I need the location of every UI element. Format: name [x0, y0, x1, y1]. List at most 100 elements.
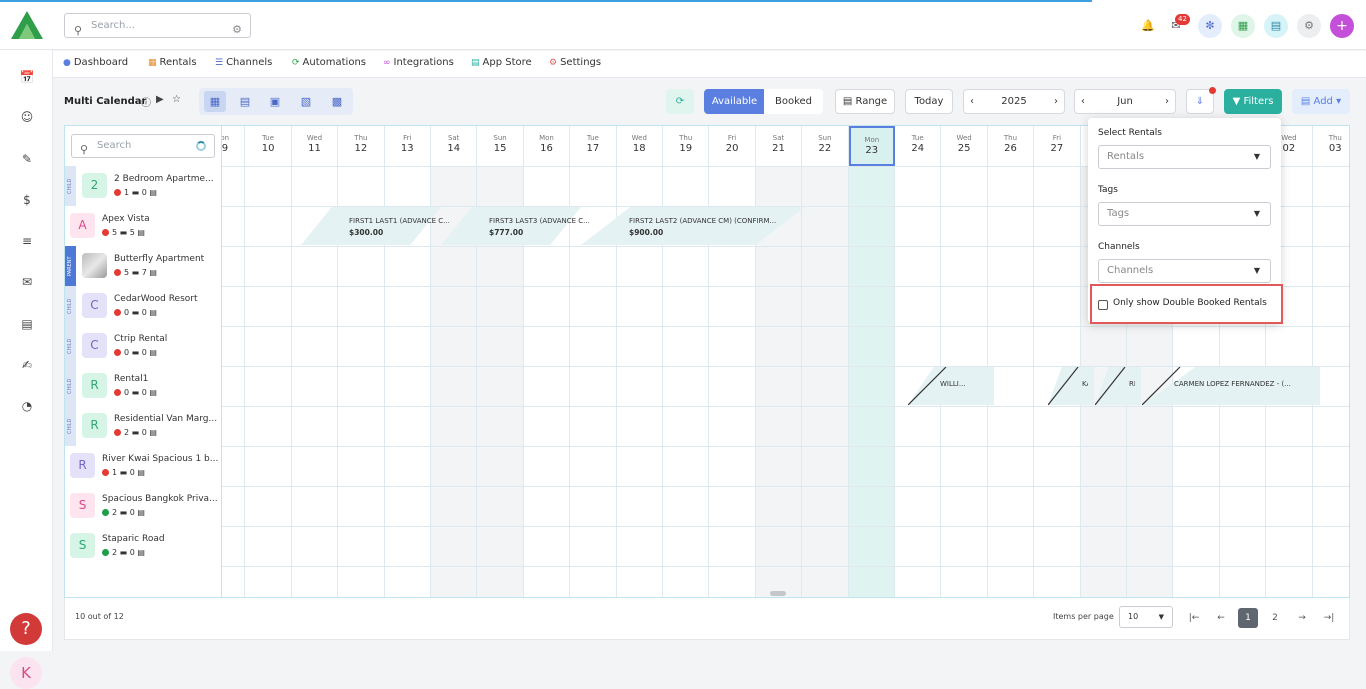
day-header[interactable]: Fri 13 [385, 126, 431, 166]
nav-automations[interactable]: ⟳ Automations [292, 57, 366, 68]
rental-row[interactable]: R River Kwai Spacious 1 b... 1 ▬ 0 ▤ [65, 446, 222, 486]
next-month-icon[interactable]: › [1165, 90, 1169, 113]
rental-name[interactable]: Residential Van Marg... [114, 414, 234, 424]
day-header[interactable]: Tue 24 [895, 126, 942, 166]
booked-toggle[interactable]: Booked [764, 89, 823, 114]
rental-name[interactable]: CedarWood Resort [114, 294, 234, 304]
filters-button[interactable]: ▼ Filters [1224, 89, 1282, 114]
page-1-button[interactable]: 1 [1238, 608, 1258, 628]
day-header[interactable]: Tue 10 [245, 126, 292, 166]
day-header[interactable]: Fri 20 [709, 126, 756, 166]
day-header[interactable]: Wed 18 [617, 126, 663, 166]
prev-page-icon[interactable]: ← [1211, 608, 1231, 628]
video-icon[interactable]: ▶ [156, 94, 164, 105]
pie-chart-icon[interactable]: ◔ [16, 395, 38, 417]
view-multi-calendar-icon[interactable]: ▦ [204, 91, 226, 112]
day-header[interactable]: Thu 19 [663, 126, 710, 166]
global-search-input[interactable]: ⚲ Search... ⚙ [64, 13, 251, 38]
booking-label[interactable]: ▲FIRST3 LAST3 (ADVANCE C...$777.00 [489, 217, 589, 237]
refresh-button[interactable]: ⟳ [666, 89, 694, 114]
prev-month-icon[interactable]: ‹ [1081, 90, 1085, 113]
rental-name[interactable]: Spacious Bangkok Priva... [102, 494, 222, 504]
today-button[interactable]: Today [905, 89, 953, 114]
view-week-icon[interactable]: ▣ [264, 91, 286, 112]
next-page-icon[interactable]: → [1292, 608, 1312, 628]
rental-row[interactable]: CHILD 2 2 Bedroom Apartme... 1 ▬ 0 ▤ [65, 166, 222, 206]
available-toggle[interactable]: Available [704, 89, 765, 114]
items-per-page-select[interactable]: 10 ▼ [1119, 606, 1173, 628]
rental-name[interactable]: Butterfly Apartment [114, 254, 234, 264]
scroll-handle[interactable] [770, 591, 786, 596]
nav-channels[interactable]: ☰ Channels [215, 57, 272, 68]
day-header[interactable]: Thu 26 [988, 126, 1035, 166]
booking-label[interactable]: ▲FIRST1 LAST1 (ADVANCE C...$300.00 [349, 217, 449, 237]
day-header[interactable]: Thu 12 [338, 126, 385, 166]
pen-icon[interactable]: ✍ [16, 354, 38, 376]
day-header[interactable]: Sun 15 [477, 126, 524, 166]
chat-icon[interactable]: ✉ [16, 271, 38, 293]
rocket-icon[interactable]: ✼ [1198, 14, 1222, 38]
help-circle-icon[interactable]: ⓘ [141, 94, 151, 109]
add-circle-icon[interactable]: + [1330, 14, 1354, 38]
day-header[interactable]: Sat 14 [431, 126, 478, 166]
rental-name[interactable]: Ctrip Rental [114, 334, 234, 344]
rental-name[interactable]: Rental1 [114, 374, 234, 384]
last-page-icon[interactable]: →| [1319, 608, 1339, 628]
day-header[interactable]: Mon 16 [524, 126, 571, 166]
add-button[interactable]: ▤ Add ▾ [1292, 89, 1350, 114]
users-icon[interactable]: ☺ [16, 106, 38, 128]
help-icon[interactable]: ? [10, 613, 42, 645]
nav-dashboard[interactable]: ● Dashboard [63, 57, 128, 68]
channels-select[interactable]: Channels ▼ [1098, 259, 1271, 283]
booking-label[interactable]: RICH... [1129, 380, 1135, 388]
day-header[interactable]: Wed 11 [292, 126, 339, 166]
app-logo[interactable] [9, 11, 45, 43]
rental-row[interactable]: CHILD R Residential Van Marg... 2 ▬ 0 ▤ [65, 406, 222, 446]
rental-row[interactable]: CHILD R Rental1 0 ▬ 0 ▤ [65, 366, 222, 406]
rental-name[interactable]: Staparic Road [102, 534, 222, 544]
rental-row[interactable]: S Spacious Bangkok Priva... 2 ▬ 0 ▤ [65, 486, 222, 526]
booking-label[interactable]: KARL... [1082, 380, 1088, 388]
page-2-button[interactable]: 2 [1265, 608, 1285, 628]
bell-icon[interactable]: 🔔 [1136, 14, 1160, 38]
view-month-icon[interactable]: ▤ [234, 91, 256, 112]
report-icon[interactable]: ▤ [16, 313, 38, 335]
sheet-icon[interactable]: ▦ [1231, 14, 1255, 38]
day-header[interactable]: Wed 25 [941, 126, 988, 166]
rental-row[interactable]: CHILD C Ctrip Rental 0 ▬ 0 ▤ [65, 326, 222, 366]
list-check-icon[interactable]: ≡ [16, 230, 38, 252]
dollar-icon[interactable]: $ [16, 189, 38, 211]
user-avatar[interactable]: K [10, 657, 42, 689]
rental-name[interactable]: River Kwai Spacious 1 b... [102, 454, 222, 464]
booking-label[interactable]: WILLI... [940, 380, 986, 388]
nav-rentals[interactable]: ▦ Rentals [148, 57, 197, 68]
prev-year-icon[interactable]: ‹ [970, 90, 974, 113]
day-header[interactable]: Thu 03 [1313, 126, 1349, 166]
tags-select[interactable]: Tags ▼ [1098, 202, 1271, 226]
star-icon[interactable]: ☆ [172, 94, 181, 105]
rental-row[interactable]: S Staparic Road 2 ▬ 0 ▤ [65, 526, 222, 566]
rental-search-input[interactable]: ⚲ Search [71, 134, 215, 158]
view-list-icon[interactable]: ▧ [295, 91, 317, 112]
rentals-select[interactable]: Rentals ▼ [1098, 145, 1271, 169]
rental-name[interactable]: 2 Bedroom Apartme... [114, 174, 234, 184]
first-page-icon[interactable]: |← [1184, 608, 1204, 628]
rental-row[interactable]: A Apex Vista 5 ▬ 5 ▤ [65, 206, 222, 246]
day-header[interactable]: Tue 17 [570, 126, 617, 166]
edit-icon[interactable]: ✎ [16, 148, 38, 170]
rental-name[interactable]: Apex Vista [102, 214, 222, 224]
nav-app-store[interactable]: ▤ App Store [471, 57, 532, 68]
calendar-icon[interactable]: 📅 [16, 66, 38, 88]
range-button[interactable]: ▤ Range [835, 89, 895, 114]
nav-settings[interactable]: ⚙ Settings [549, 57, 601, 68]
booking-label[interactable]: ▲FIRST2 LAST2 (ADVANCE CM) (CONFIRM...$9… [629, 217, 813, 237]
day-header[interactable]: Sun 22 [802, 126, 849, 166]
next-year-icon[interactable]: › [1054, 90, 1058, 113]
day-header[interactable]: Fri 27 [1034, 126, 1081, 166]
rental-row[interactable]: CHILD C CedarWood Resort 0 ▬ 0 ▤ [65, 286, 222, 326]
rental-row[interactable]: PARENT Butterfly Apartment 5 ▬ 7 ▤ [65, 246, 222, 286]
day-header[interactable]: Mon 23 [848, 126, 895, 166]
document-icon[interactable]: ▤ [1264, 14, 1288, 38]
booking-label[interactable]: CARMEN LOPEZ FERNANDEZ - (... [1174, 380, 1312, 388]
nav-integrations[interactable]: ∞ Integrations [383, 57, 454, 68]
